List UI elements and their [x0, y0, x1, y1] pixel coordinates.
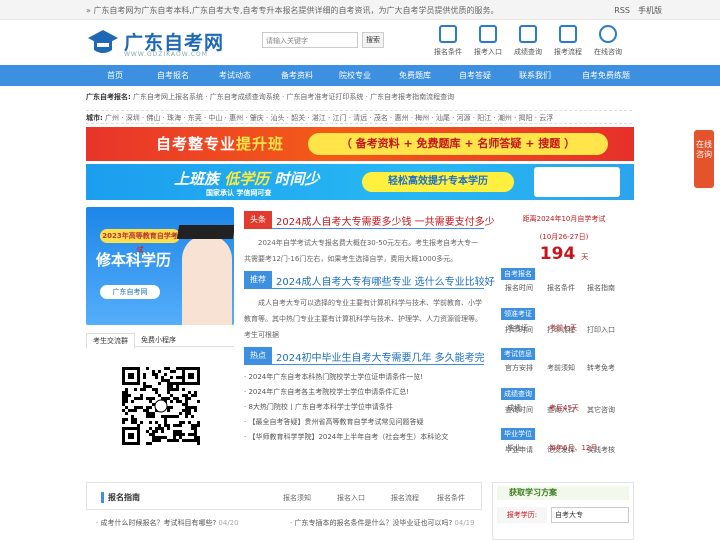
info-group: 考试信息官方安排 考前须知 转考免考 — [497, 348, 631, 372]
promo-banner-workers[interactable]: 上班族 低学历 时间少 国家承认 学信网可查 轻松高效提升专本学历 — [86, 164, 634, 200]
document-icon — [519, 25, 537, 43]
guide-title: 报名指南 — [101, 492, 140, 503]
info-link[interactable]: 查询入口 — [547, 405, 575, 415]
info-group: 成绩查询 成绩 考后45天 — [497, 388, 631, 412]
main-nav: 首页 自考报名 考试动态 备考资料 院校专业 免费题库 自考答疑 联系我们 自考… — [0, 65, 720, 86]
info-link[interactable]: 论文发挥 — [547, 445, 575, 455]
graduate-cap — [176, 225, 234, 239]
info-group: 领准考证 准考证 考前七天 — [497, 308, 631, 332]
nav-home[interactable]: 首页 — [86, 65, 144, 86]
guide-item[interactable]: · 成考什么时候报名？考试科目有哪些? 04/20 — [96, 518, 239, 528]
degree-label: 报考学历: — [497, 507, 547, 523]
info-link[interactable]: 官方安排 — [505, 363, 533, 373]
quick-link-process[interactable]: 报考流程 — [550, 25, 586, 57]
qr-code — [120, 365, 202, 447]
info-link[interactable]: 打印入口 — [587, 325, 615, 335]
quick-link-conditions[interactable]: 报名条件 — [430, 25, 466, 57]
info-label: 成绩查询 — [501, 388, 535, 400]
guide-item[interactable]: · 广东专插本的报名条件是什么？没毕业证也可以吗? 04/19 — [290, 518, 475, 528]
site-logo[interactable]: 广东自考网 WWW.GDZIKAOW.COM — [86, 26, 246, 60]
quick-link-scores[interactable]: 成绩查询 — [510, 25, 546, 57]
nav-contact[interactable]: 联系我们 — [504, 65, 566, 86]
promo-bachelor-card[interactable]: 2023年高等教育自学考试 修本科学历 广东自考网 — [86, 207, 234, 325]
nav-materials[interactable]: 备考资料 — [268, 65, 326, 86]
city-list[interactable]: 广州 · 深圳 · 佛山 · 珠海 · 东莞 · 中山 · 惠州 · 肇庆 · … — [105, 114, 553, 122]
guide-tab[interactable]: 报名流程 — [391, 493, 419, 503]
info-label: 考试信息 — [501, 348, 535, 360]
info-label: 毕业学位 — [501, 428, 535, 440]
quick-link-consult[interactable]: 在线咨询 — [590, 25, 626, 57]
register-guide-panel: 报名指南 报名须知 报名入口 报名流程 报名条件 — [86, 482, 482, 510]
list-item[interactable]: · 【最全自考答疑】贵州省高等教育自学考试常见问题答疑 — [244, 415, 484, 430]
list-item[interactable]: · 【华师教育科学学院】2024年上半年自考（社会考生）本科论文 — [244, 430, 484, 445]
info-link[interactable]: 考前须知 — [547, 363, 575, 373]
guide-tab[interactable]: 报名入口 — [337, 493, 365, 503]
city-links: 城市: 广州 · 深圳 · 佛山 · 珠海 · 东莞 · 中山 · 惠州 · 肇… — [86, 110, 632, 124]
rss-link[interactable]: RSS — [614, 6, 630, 15]
info-group: 查询时间 查询入口 其它咨询 — [497, 405, 631, 423]
info-link[interactable]: 其它咨询 — [587, 405, 615, 415]
article-list: · 2024年广东自考本科热门院校学士学位证申请条件一览! · 2024年广东自… — [244, 370, 484, 445]
info-link[interactable]: 报名时间 — [505, 283, 533, 293]
nav-news[interactable]: 考试动态 — [202, 65, 268, 86]
guide-tab[interactable]: 报名条件 — [437, 493, 465, 503]
online-consult-button[interactable]: 在线咨询 — [694, 130, 714, 188]
search-input[interactable]: 请输入关键字 — [262, 32, 358, 48]
quick-link-entry[interactable]: 报考入口 — [470, 25, 506, 57]
list-item[interactable]: · 8大热门院校丨广东自考本科学士学位申请条件 — [244, 400, 484, 415]
nav-question-bank[interactable]: 免费题库 — [384, 65, 446, 86]
list-item[interactable]: · 2024年广东自考本科热门院校学士学位证申请条件一览! — [244, 370, 484, 385]
info-link[interactable]: 转考免考 — [587, 363, 615, 373]
search-button[interactable]: 搜索 — [362, 32, 384, 48]
exam-countdown: 距离2024年10月自学考试 (10月26-27日) 194 天 — [522, 215, 606, 264]
register-links-text[interactable]: 广东自考网上报名系统 · 广东自考成绩查询系统 · 广东自考准考证打印系统 · … — [133, 93, 454, 101]
degree-select[interactable]: 自考大专 — [551, 507, 629, 523]
chat-icon — [599, 25, 617, 43]
promo-banner-upgrade[interactable]: 自考整专业提升班 （ 备考资料 + 免费题库 + 名师答疑 + 搜题 ） — [86, 127, 634, 161]
nav-schools[interactable]: 院校专业 — [326, 65, 384, 86]
info-link[interactable]: 打印时间 — [505, 325, 533, 335]
graduation-cap-icon — [88, 30, 118, 53]
info-link[interactable]: 毕业申请 — [505, 445, 533, 455]
top-notice-bar: » 广东自考网为广东自考本科,广东自考大专,自考专升本报名提供详细的自考资讯，为… — [0, 0, 720, 20]
info-label: 领准考证 — [501, 308, 535, 320]
graduate-photo — [182, 235, 232, 325]
flow-icon — [559, 25, 577, 43]
tab-group[interactable]: 考生交流群 — [86, 333, 135, 349]
layers-icon — [439, 25, 457, 43]
info-link[interactable]: 报名指南 — [587, 283, 615, 293]
register-links: 广东自考报名: 广东自考网上报名系统 · 广东自考成绩查询系统 · 广东自考准考… — [86, 93, 455, 101]
nav-faq[interactable]: 自考答疑 — [446, 65, 504, 86]
side-tabs: 考生交流群 免费小程序 — [86, 333, 234, 349]
info-group: 打印时间 打印流程 打印入口 — [497, 325, 631, 343]
info-link[interactable]: 打印流程 — [547, 325, 575, 335]
info-link[interactable]: 实践考核 — [587, 445, 615, 455]
info-link[interactable]: 查询时间 — [505, 405, 533, 415]
nav-free-practice[interactable]: 自考免费练题 — [566, 65, 646, 86]
user-icon — [479, 25, 497, 43]
site-notice: » 广东自考网为广东自考本科,广东自考大专,自考专升本报名提供详细的自考资讯，为… — [86, 6, 499, 15]
mobile-link[interactable]: 手机版 — [638, 6, 662, 15]
logo-url: WWW.GDZIKAOW.COM — [124, 51, 208, 58]
diploma-image — [534, 167, 620, 197]
study-plan-panel: 获取学习方案 报考学历: 自考大专 — [492, 482, 634, 540]
tab-miniprogram[interactable]: 免费小程序 — [135, 333, 182, 347]
info-group: 毕业学位 毕业 每年6月、12月 — [497, 428, 631, 452]
info-group: 毕业申请 论文发挥 实践考核 — [497, 445, 631, 463]
info-group: 自考报名报名时间 报名条件 报名指南 — [497, 268, 631, 292]
list-item[interactable]: · 2024年广东自考各主考院校学士学位申请条件汇总! — [244, 385, 484, 400]
nav-register[interactable]: 自考报名 — [144, 65, 202, 86]
study-plan-title: 获取学习方案 — [497, 486, 629, 500]
info-label: 自考报名 — [501, 268, 535, 280]
guide-tab[interactable]: 报名须知 — [283, 493, 311, 503]
info-link[interactable]: 报名条件 — [547, 283, 575, 293]
